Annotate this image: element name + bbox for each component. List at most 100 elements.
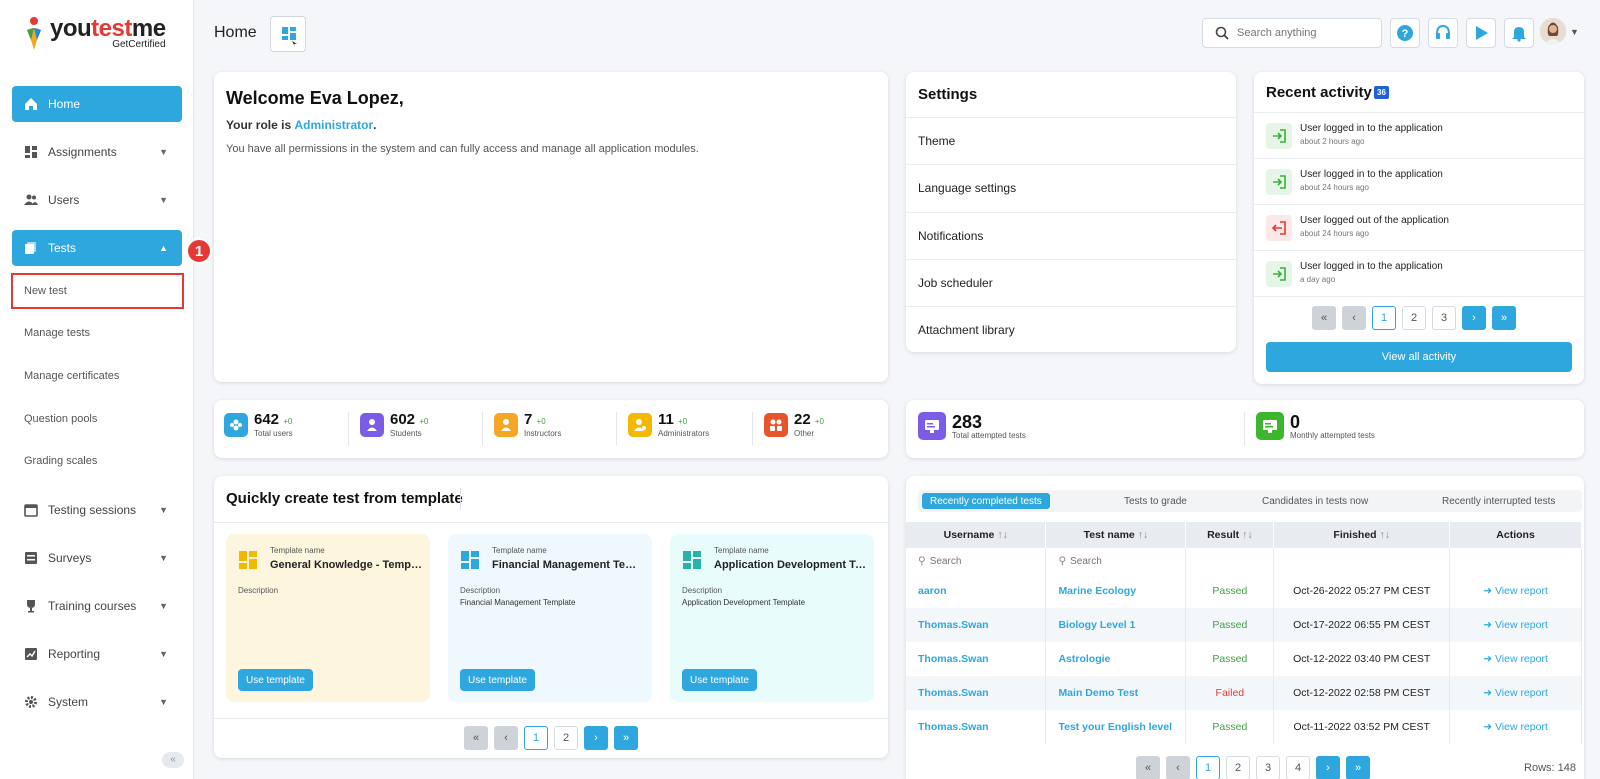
stat-total-attempted[interactable]: 283 Total attempted tests [918, 412, 1026, 440]
sidebar-item-testing-sessions[interactable]: Testing sessions ▼ [12, 492, 182, 528]
username-link[interactable]: Thomas.Swan [906, 710, 1047, 744]
view-report-link[interactable]: ➜ View report [1449, 710, 1582, 744]
test-name-link[interactable]: Marine Ecology [1045, 574, 1187, 608]
view-all-activity-button[interactable]: View all activity [1266, 342, 1572, 372]
support-button[interactable] [1428, 18, 1458, 48]
next-page-button[interactable]: › [1316, 756, 1340, 779]
sidebar-item-training-courses[interactable]: Training courses ▼ [12, 588, 182, 624]
column-finished[interactable]: Finished ↑↓ [1273, 522, 1451, 548]
help-button[interactable]: ? [1390, 18, 1420, 48]
first-page-button[interactable]: « [464, 726, 488, 750]
template-card[interactable]: Template name Financial Management Templ… [448, 534, 652, 702]
testname-filter[interactable]: ⚲ [1045, 548, 1187, 574]
username-link[interactable]: Thomas.Swan [906, 642, 1047, 676]
notifications-button[interactable] [1504, 18, 1534, 48]
username-link[interactable]: Thomas.Swan [906, 608, 1047, 642]
view-report-link[interactable]: ➜ View report [1449, 676, 1582, 710]
sidebar-subitem-new-test[interactable]: New test [24, 285, 67, 297]
sidebar-item-surveys[interactable]: Surveys ▼ [12, 540, 182, 576]
sidebar-subitem-manage-tests[interactable]: Manage tests [24, 327, 90, 339]
stat-instructors[interactable]: 7 +0 Instructors [494, 412, 561, 438]
settings-theme[interactable]: Theme [906, 117, 1236, 164]
settings-notifications[interactable]: Notifications [906, 212, 1236, 259]
prev-page-button[interactable]: ‹ [1342, 306, 1366, 330]
table-row: Thomas.Swan Main Demo Test Failed Oct-12… [906, 676, 1582, 710]
test-name-link[interactable]: Astrologie [1045, 642, 1187, 676]
chevron-down-icon[interactable]: ▼ [1570, 27, 1579, 37]
use-template-button[interactable]: Use template [460, 669, 535, 691]
sidebar-item-reporting[interactable]: Reporting ▼ [12, 636, 182, 672]
username-link[interactable]: Thomas.Swan [906, 676, 1047, 710]
sidebar-item-home[interactable]: Home [12, 86, 182, 122]
search-input[interactable] [1237, 27, 1367, 39]
settings-job-scheduler[interactable]: Job scheduler [906, 259, 1236, 306]
template-card[interactable]: Template name Application Development Te… [670, 534, 874, 702]
sidebar-item-assignments[interactable]: Assignments ▼ [12, 134, 182, 170]
tutorial-button[interactable] [1466, 18, 1496, 48]
tab-recently-interrupted[interactable]: Recently interrupted tests [1434, 493, 1563, 509]
use-template-button[interactable]: Use template [682, 669, 757, 691]
page-button[interactable]: 2 [554, 726, 578, 750]
avatar[interactable] [1540, 18, 1566, 44]
sidebar-item-users[interactable]: Users ▼ [12, 182, 182, 218]
template-card[interactable]: Template name General Knowledge - Templa… [226, 534, 430, 702]
page-button[interactable]: 2 [1226, 756, 1250, 779]
last-page-button[interactable]: » [1346, 756, 1370, 779]
page-button[interactable]: 1 [1196, 756, 1220, 779]
settings-language[interactable]: Language settings [906, 164, 1236, 211]
stat-other[interactable]: 22 +0 Other [764, 412, 824, 438]
stat-monthly-attempted[interactable]: 0 Monthly attempted tests [1256, 412, 1375, 440]
settings-attachment-library[interactable]: Attachment library [906, 306, 1236, 353]
username-filter[interactable]: ⚲ [906, 548, 1047, 574]
next-page-button[interactable]: › [1462, 306, 1486, 330]
first-page-button[interactable]: « [1312, 306, 1336, 330]
page-button[interactable]: 1 [524, 726, 548, 750]
page-button[interactable]: 2 [1402, 306, 1426, 330]
activity-text: User logged out of the application [1300, 215, 1449, 226]
test-name-link[interactable]: Main Demo Test [1045, 676, 1187, 710]
use-template-button[interactable]: Use template [238, 669, 313, 691]
last-page-button[interactable]: » [614, 726, 638, 750]
username-search-input[interactable] [929, 556, 1010, 567]
role-link[interactable]: Administrator [294, 118, 373, 132]
prev-page-button[interactable]: ‹ [1166, 756, 1190, 779]
activity-text: User logged in to the application [1300, 123, 1443, 134]
last-page-button[interactable]: » [1492, 306, 1516, 330]
first-page-button[interactable]: « [1136, 756, 1160, 779]
template-description: Application Development Template [682, 598, 806, 607]
template-description: Financial Management Template [460, 598, 576, 607]
test-name-link[interactable]: Test your English level [1045, 710, 1187, 744]
tab-recently-completed[interactable]: Recently completed tests [922, 493, 1050, 509]
column-username[interactable]: Username ↑↓ [906, 522, 1047, 548]
column-result[interactable]: Result ↑↓ [1185, 522, 1275, 548]
column-test-name[interactable]: Test name ↑↓ [1045, 522, 1187, 548]
sidebar-subitem-manage-certificates[interactable]: Manage certificates [24, 370, 119, 382]
dashboard-layout-button[interactable] [270, 16, 306, 52]
tab-candidates-in-tests[interactable]: Candidates in tests now [1254, 493, 1376, 509]
sidebar-item-system[interactable]: System ▼ [12, 684, 182, 720]
view-report-link[interactable]: ➜ View report [1449, 642, 1582, 676]
view-report-link[interactable]: ➜ View report [1449, 574, 1582, 608]
page-button[interactable]: 1 [1372, 306, 1396, 330]
sidebar-subitem-grading-scales[interactable]: Grading scales [24, 455, 97, 467]
stat-administrators[interactable]: 11 +0 Administrators [628, 412, 709, 438]
stat-students[interactable]: 602 +0 Students [360, 412, 428, 438]
prev-page-button[interactable]: ‹ [494, 726, 518, 750]
page-button[interactable]: 4 [1286, 756, 1310, 779]
collapse-sidebar-button[interactable]: « [162, 752, 184, 768]
sidebar-item-tests[interactable]: Tests ▲ [12, 230, 182, 266]
search-box[interactable] [1202, 18, 1382, 48]
arrow-circle-icon: ➜ [1483, 585, 1493, 597]
page-button[interactable]: 3 [1432, 306, 1456, 330]
username-link[interactable]: aaron [906, 574, 1047, 608]
tab-tests-to-grade[interactable]: Tests to grade [1116, 493, 1195, 509]
logo[interactable]: youtestme GetCertified [24, 16, 166, 60]
next-page-button[interactable]: › [584, 726, 608, 750]
testname-search-input[interactable] [1070, 556, 1151, 567]
view-report-link[interactable]: ➜ View report [1449, 608, 1582, 642]
page-button[interactable]: 3 [1256, 756, 1280, 779]
stat-total-users[interactable]: 642 +0 Total users [224, 412, 293, 438]
sidebar-subitem-question-pools[interactable]: Question pools [24, 413, 97, 425]
test-name-link[interactable]: Biology Level 1 [1045, 608, 1187, 642]
arrow-circle-icon: ➜ [1483, 721, 1493, 733]
